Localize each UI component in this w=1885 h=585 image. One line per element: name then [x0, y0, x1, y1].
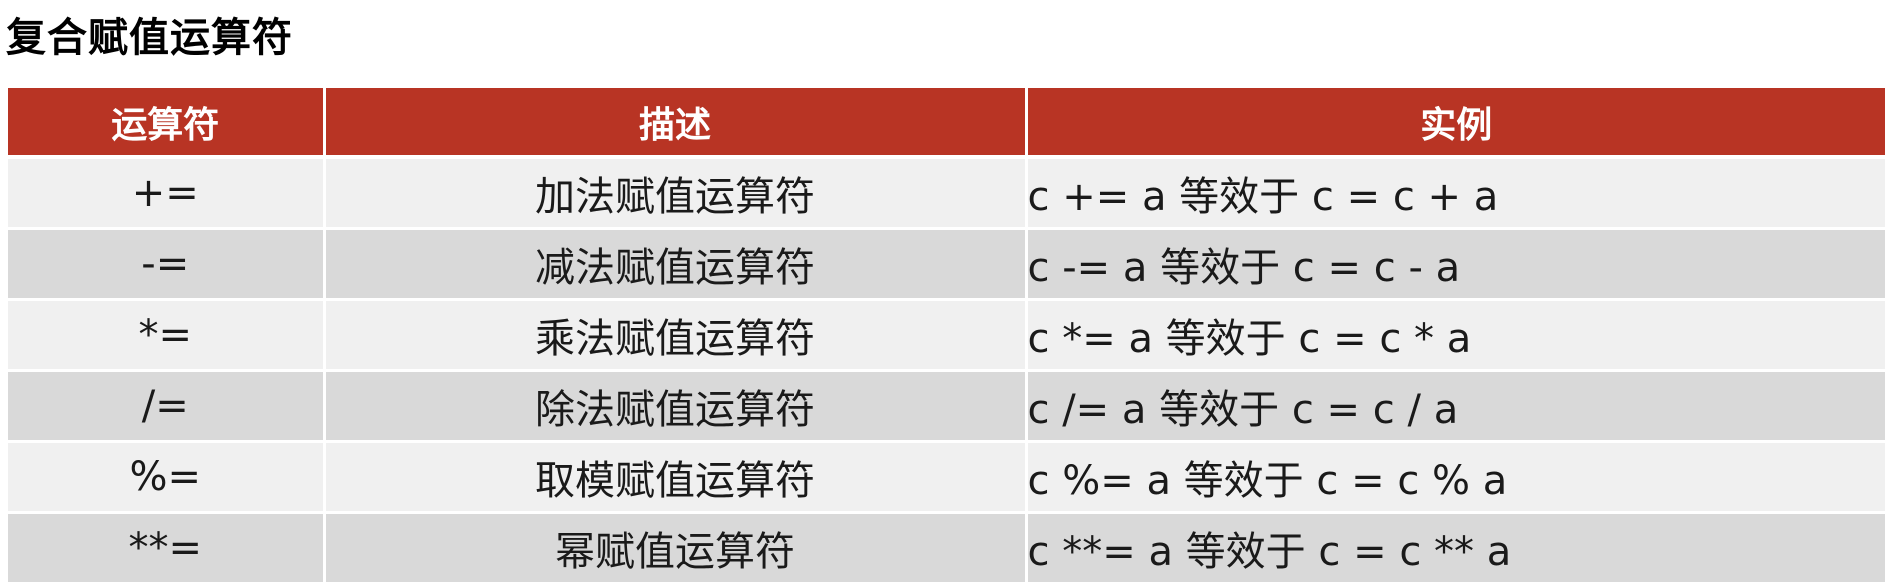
- table-row: *= 乘法赋值运算符 c *= a 等效于 c = c * a: [8, 298, 1885, 371]
- operator-cell: *=: [8, 298, 324, 371]
- operator-cell: +=: [8, 155, 324, 229]
- description-cell: 减法赋值运算符: [322, 227, 1026, 300]
- operator-cell: -=: [8, 227, 324, 300]
- description-cell: 乘法赋值运算符: [322, 298, 1026, 371]
- example-cell: c **= a 等效于 c = c ** a: [1024, 511, 1885, 582]
- example-cell: c += a 等效于 c = c + a: [1024, 155, 1885, 229]
- slide: 复合赋值运算符 运算符 描述 实例 += 加法赋值运算符 c += a 等效于 …: [0, 0, 1885, 585]
- operator-cell: /=: [8, 369, 324, 442]
- table-row: **= 幂赋值运算符 c **= a 等效于 c = c ** a: [8, 511, 1885, 582]
- table-header-row: 运算符 描述 实例: [8, 88, 1885, 159]
- operators-table: 运算符 描述 实例 += 加法赋值运算符 c += a 等效于 c = c + …: [8, 88, 1885, 582]
- operator-cell: **=: [8, 511, 324, 582]
- description-cell: 取模赋值运算符: [322, 440, 1026, 513]
- page-title: 复合赋值运算符: [6, 15, 293, 61]
- table-row: -= 减法赋值运算符 c -= a 等效于 c = c - a: [8, 227, 1885, 300]
- operator-cell: %=: [8, 440, 324, 513]
- table-row: %= 取模赋值运算符 c %= a 等效于 c = c % a: [8, 440, 1885, 513]
- description-cell: 加法赋值运算符: [322, 155, 1026, 229]
- example-cell: c -= a 等效于 c = c - a: [1024, 227, 1885, 300]
- description-cell: 幂赋值运算符: [322, 511, 1026, 582]
- example-cell: c %= a 等效于 c = c % a: [1024, 440, 1885, 513]
- header-operator: 运算符: [8, 88, 324, 159]
- example-cell: c /= a 等效于 c = c / a: [1024, 369, 1885, 442]
- description-cell: 除法赋值运算符: [322, 369, 1026, 442]
- header-example: 实例: [1024, 88, 1885, 159]
- table-row: /= 除法赋值运算符 c /= a 等效于 c = c / a: [8, 369, 1885, 442]
- example-cell: c *= a 等效于 c = c * a: [1024, 298, 1885, 371]
- header-description: 描述: [322, 88, 1026, 159]
- table-row: += 加法赋值运算符 c += a 等效于 c = c + a: [8, 155, 1885, 229]
